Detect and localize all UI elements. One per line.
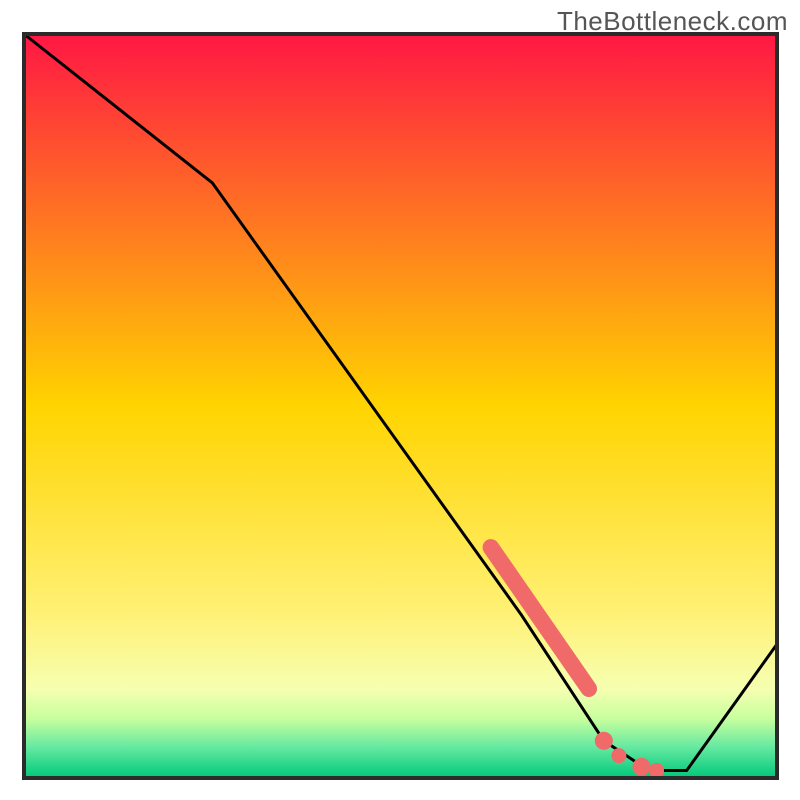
highlight-dot bbox=[595, 732, 613, 750]
highlight-dot bbox=[632, 758, 650, 776]
highlight-dot bbox=[649, 763, 664, 778]
chart-svg bbox=[0, 0, 800, 800]
plot-background bbox=[24, 34, 777, 778]
bottleneck-chart: TheBottleneck.com bbox=[0, 0, 800, 800]
highlight-dot bbox=[611, 748, 626, 763]
watermark-label: TheBottleneck.com bbox=[557, 6, 788, 37]
